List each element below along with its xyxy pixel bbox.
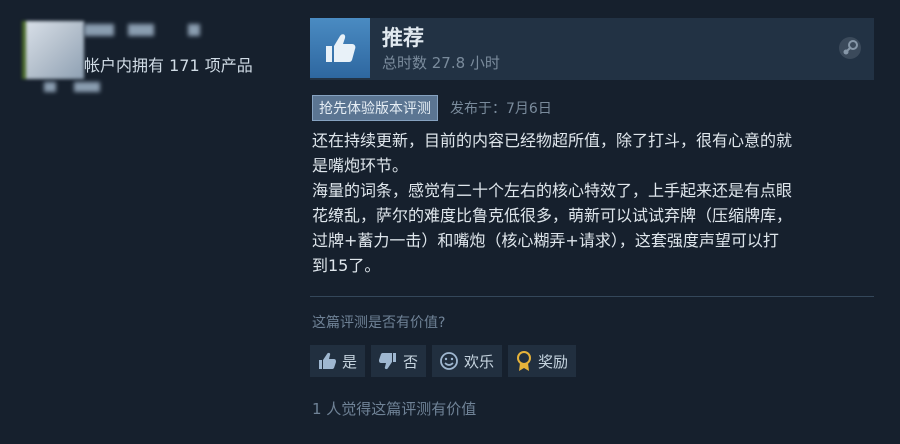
review-line: 过牌+蓄力一击）和嘴炮（核心糊弄+请求），这套强度声望可以打 <box>312 231 779 250</box>
posted-date: 发布于：7月6日 <box>450 101 552 117</box>
review-header[interactable]: 推荐 总时数 27.8 小时 <box>310 18 874 80</box>
recommended-thumb <box>310 18 370 78</box>
vote-funny-label: 欢乐 <box>464 352 495 371</box>
owned-products-link[interactable]: 帐户内拥有 171 项产品 <box>84 52 253 76</box>
award-medal-icon <box>517 351 532 371</box>
award-button[interactable]: 奖励 <box>508 345 577 377</box>
vote-yes-label: 是 <box>342 352 358 371</box>
avatar[interactable] <box>22 21 84 79</box>
vote-yes-button[interactable]: 是 <box>310 345 366 377</box>
blurred-username-part <box>128 24 154 36</box>
vote-buttons: 是 否 欢乐 奖励 <box>310 345 577 377</box>
helpful-count: 1 人觉得这篇评测有价值 <box>312 400 477 418</box>
award-label: 奖励 <box>538 352 569 371</box>
blurred-reviews-count-part <box>74 82 100 92</box>
review-line: 海量的词条，感觉有二十个左右的核心特效了，上手起来还是有点眼 <box>312 181 793 200</box>
review-meta: 抢先体验版本评测 发布于：7月6日 <box>312 95 552 121</box>
steam-logo-icon <box>839 37 861 59</box>
thumbs-up-icon <box>326 34 356 62</box>
reviewer-profile: 帐户内拥有 171 项产品 <box>12 16 292 126</box>
review-body: 还在持续更新，目前的内容已经物超所值，除了打斗，很有心意的就 是嘴炮环节。 海量… <box>312 128 872 278</box>
smiley-icon <box>440 352 458 370</box>
vote-no-button[interactable]: 否 <box>371 345 427 377</box>
review-line: 是嘴炮环节。 <box>312 156 409 175</box>
vote-no-label: 否 <box>403 352 419 371</box>
thumbs-down-icon <box>379 353 397 370</box>
blurred-username[interactable] <box>84 24 114 36</box>
blurred-reviews-count <box>44 82 56 92</box>
review-line: 花缭乱，萨尔的难度比鲁克低很多，萌新可以试试弃牌（压缩牌库， <box>312 206 793 225</box>
helpful-question: 这篇评测是否有价值? <box>312 315 446 331</box>
thumbs-up-icon <box>319 352 336 369</box>
divider <box>310 296 874 297</box>
review-verdict: 推荐 <box>382 26 424 50</box>
playtime-hours: 总时数 27.8 小时 <box>382 54 500 72</box>
review-card: 帐户内拥有 171 项产品 推荐 总时数 27.8 小时 抢先体验版本评测 发布… <box>0 0 900 444</box>
review-line: 还在持续更新，目前的内容已经物超所值，除了打斗，很有心意的就 <box>312 131 793 150</box>
vote-funny-button[interactable]: 欢乐 <box>432 345 503 377</box>
review-line: 到15了。 <box>312 256 381 275</box>
blurred-username-part <box>188 24 200 36</box>
early-access-badge: 抢先体验版本评测 <box>312 95 438 121</box>
